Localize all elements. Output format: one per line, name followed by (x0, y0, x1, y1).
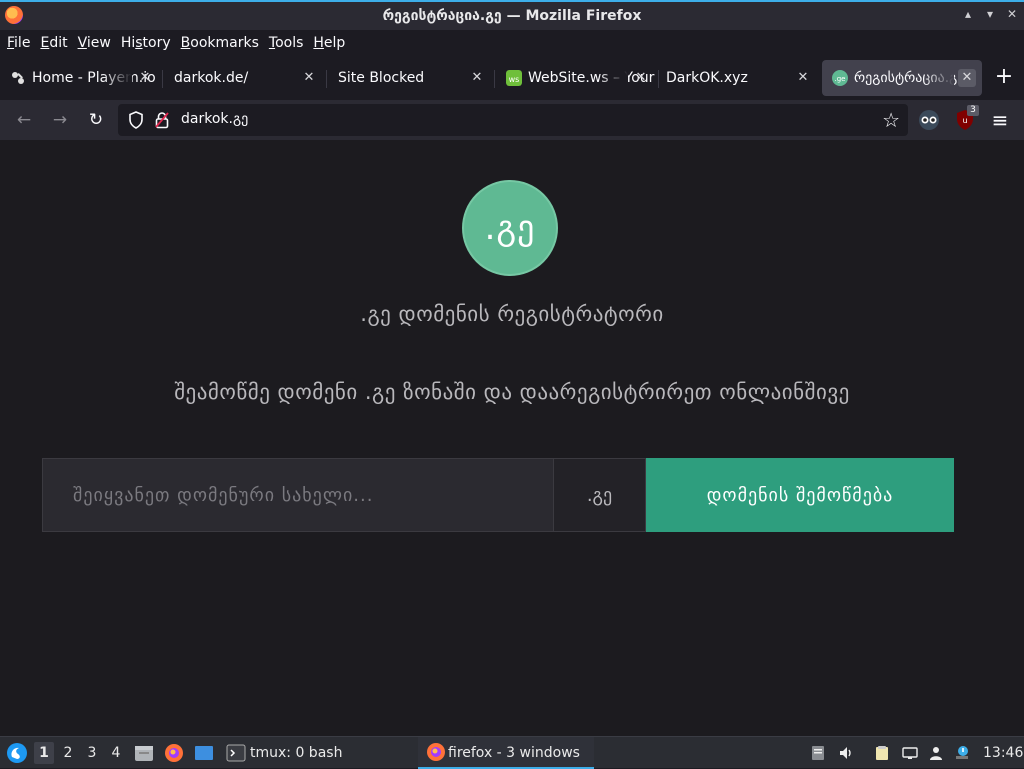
task-firefox-label: firefox - 3 windows (448, 745, 580, 761)
lock-warning-icon[interactable] (155, 111, 169, 129)
forward-button[interactable]: → (48, 108, 72, 132)
notifications-icon[interactable] (954, 745, 970, 761)
menu-history[interactable]: History (116, 31, 176, 55)
firefox-launcher-icon[interactable] (164, 743, 184, 763)
back-button[interactable]: ← (12, 108, 36, 132)
tab-close-button[interactable]: ✕ (468, 69, 486, 87)
logo-text: .გე (484, 208, 536, 248)
application-launcher-icon[interactable] (6, 742, 28, 764)
svg-text:u: u (962, 116, 967, 125)
menu-bar: File Edit View History Bookmarks Tools H… (0, 30, 1024, 56)
domain-search-input[interactable] (42, 458, 554, 532)
tab-website-ws[interactable]: ws WebSite.ws – Your Website ✕ (496, 60, 656, 96)
site-logo[interactable]: .გე (462, 180, 558, 276)
new-tab-button[interactable]: + (990, 64, 1018, 92)
volume-icon[interactable] (838, 745, 854, 761)
desktop-4[interactable]: 4 (106, 742, 126, 764)
menu-bookmarks[interactable]: Bookmarks (176, 31, 264, 55)
tab-close-button[interactable]: ✕ (300, 69, 318, 87)
task-terminal[interactable]: tmux: 0 bash (250, 737, 342, 769)
taskbar: 1 2 3 4 tmux: 0 bash firefox - 3 windows… (0, 736, 1024, 769)
clipboard-tray-icon[interactable] (810, 745, 826, 761)
task-firefox[interactable]: firefox - 3 windows (418, 737, 594, 769)
window-titlebar: რეგისტრაცია.გე — Mozilla Firefox ▴ ▾ ✕ (0, 0, 1024, 30)
tracking-protection-shield-icon[interactable] (128, 111, 144, 129)
desktop-1[interactable]: 1 (34, 742, 54, 764)
svg-text:ws: ws (509, 75, 520, 84)
navigation-toolbar: ← → ↻ darkok.გე ☆ u 3 ≡ (0, 100, 1024, 140)
window-title: რეგისტრაცია.გე — Mozilla Firefox (382, 8, 642, 24)
url-text[interactable]: darkok.გე (181, 111, 248, 127)
extension-glasses-icon[interactable] (917, 108, 941, 132)
user-switch-icon[interactable] (928, 745, 944, 761)
reload-button[interactable]: ↻ (84, 108, 108, 132)
show-desktop-icon[interactable] (194, 743, 214, 763)
ublock-origin-extension-button[interactable]: u 3 (953, 105, 979, 132)
extension-badge-count: 3 (967, 105, 979, 116)
tab-darkok-xyz[interactable]: DarkOK.xyz ✕ (656, 60, 818, 96)
app-menu-button[interactable]: ≡ (988, 108, 1012, 132)
svg-text:.ge: .ge (835, 75, 846, 83)
tab-close-button[interactable]: ✕ (958, 69, 976, 87)
minimize-button[interactable]: ▴ (960, 7, 976, 21)
tab-registracia-ge[interactable]: .ge რეგისტრაცია.გე ✕ (822, 60, 982, 96)
close-window-button[interactable]: ✕ (1004, 7, 1020, 21)
desktop-2[interactable]: 2 (58, 742, 78, 764)
playem-icon (12, 72, 24, 84)
file-manager-icon[interactable] (134, 743, 154, 763)
site-tagline: შეამოწმე დომენი .გე ზონაში და დაარეგისტრ… (174, 380, 850, 404)
url-bar[interactable]: darkok.გე ☆ (118, 104, 908, 136)
bookmark-star-icon[interactable]: ☆ (882, 108, 900, 132)
menu-file[interactable]: File (2, 31, 35, 55)
menu-view[interactable]: View (73, 31, 116, 55)
menu-tools[interactable]: Tools (264, 31, 309, 55)
firefox-icon (427, 743, 445, 761)
website-ws-icon: ws (506, 70, 522, 86)
menu-help[interactable]: Help (308, 31, 350, 55)
menu-edit[interactable]: Edit (35, 31, 72, 55)
registracia-ge-icon: .ge (832, 70, 848, 86)
desktop-3[interactable]: 3 (82, 742, 102, 764)
maximize-button[interactable]: ▾ (982, 7, 998, 21)
tab-site-blocked[interactable]: Site Blocked ✕ (328, 60, 492, 96)
check-domain-button[interactable]: დომენის შემოწმება (646, 458, 954, 532)
tab-close-button[interactable]: ✕ (136, 69, 154, 87)
tab-playem[interactable]: Home - Playem.io ✕ (0, 60, 160, 96)
notes-tray-icon[interactable] (874, 745, 890, 761)
domain-search-form: .გე დომენის შემოწმება (42, 458, 954, 532)
firefox-icon[interactable] (5, 6, 23, 24)
tab-darkok-de[interactable]: darkok.de/ ✕ (164, 60, 324, 96)
page-content: .გე .გე დომენის რეგისტრატორი შეამოწმე დო… (0, 140, 1024, 736)
site-subtitle: .გე დომენის რეგისტრატორი (360, 302, 664, 326)
tld-label: .გე (554, 458, 646, 532)
tab-strip: Home - Playem.io ✕ darkok.de/ ✕ Site Blo… (0, 56, 1024, 100)
tab-close-button[interactable]: ✕ (632, 69, 650, 87)
tab-close-button[interactable]: ✕ (794, 69, 812, 87)
network-icon[interactable] (902, 745, 918, 761)
terminal-icon (226, 744, 246, 762)
clock[interactable]: 13:46 (983, 737, 1023, 769)
